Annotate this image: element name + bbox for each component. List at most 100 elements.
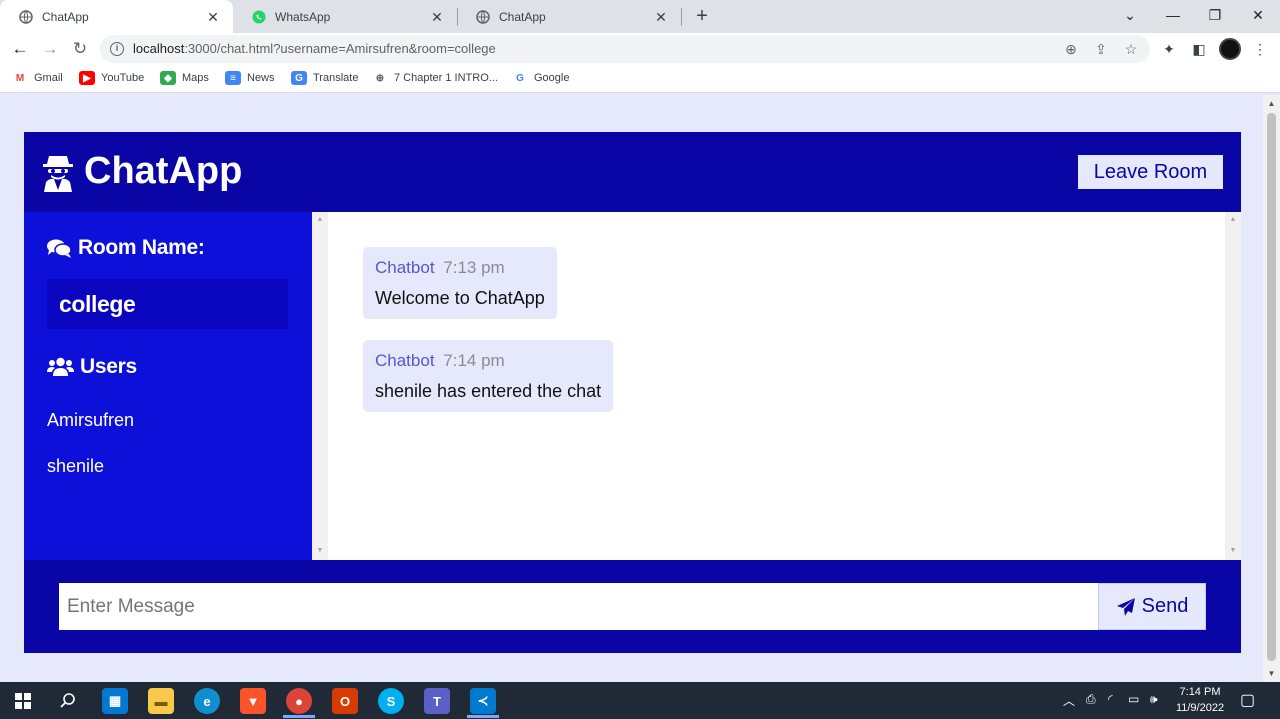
tray-chevron-icon[interactable]: ︿ — [1063, 692, 1075, 709]
edge-icon[interactable]: e — [194, 688, 220, 714]
page-scrollbar[interactable]: ▲ ▼ — [1263, 95, 1280, 682]
scroll-up-icon[interactable]: ▲ — [312, 216, 328, 223]
maps-icon: ◆ — [160, 71, 176, 85]
users-icon — [47, 357, 74, 376]
news-icon: ≡ — [225, 71, 241, 85]
bookmark-google[interactable]: G Google — [512, 71, 569, 85]
user-secret-icon — [43, 155, 73, 192]
bookmark-star-icon[interactable]: ☆ — [1122, 40, 1140, 58]
profile-avatar[interactable] — [1219, 38, 1241, 60]
bookmark-label: 7 Chapter 1 INTRO... — [394, 72, 498, 84]
message-text: Welcome to ChatApp — [375, 288, 545, 308]
bookmark-gmail[interactable]: M Gmail — [12, 71, 63, 85]
message-time: 7:13 pm — [443, 258, 505, 277]
side-panel-icon[interactable]: ◧ — [1187, 37, 1211, 61]
tab-search-icon[interactable]: ⌄ — [1110, 0, 1150, 30]
bookmark-label: YouTube — [101, 72, 145, 84]
messages-scrollbar-left[interactable]: ▲ ▼ — [312, 212, 328, 560]
whatsapp-icon — [251, 9, 267, 25]
search-icon[interactable] — [55, 688, 81, 714]
extensions-icon[interactable]: ✦ — [1157, 37, 1181, 61]
globe-icon — [18, 9, 34, 25]
leave-room-button[interactable]: Leave Room — [1078, 155, 1223, 189]
message-input[interactable] — [59, 583, 1098, 630]
teams-icon[interactable]: T — [424, 688, 450, 714]
bookmark-label: Google — [534, 72, 570, 84]
bookmark-youtube[interactable]: ▶ YouTube — [79, 71, 144, 85]
youtube-icon: ▶ — [79, 71, 95, 85]
close-tab-icon[interactable]: ✕ — [205, 9, 221, 25]
chat-sidebar: Room Name: college Users Amirsufren shen… — [24, 212, 312, 560]
close-window-icon[interactable]: ✕ — [1238, 0, 1278, 30]
comments-icon — [47, 239, 72, 258]
chrome-icon[interactable]: ● — [286, 688, 312, 714]
new-tab-icon[interactable]: + — [690, 4, 714, 28]
menu-icon[interactable]: ⋮ — [1248, 37, 1272, 61]
clock-time: 7:14 PM — [1179, 686, 1221, 698]
clock-date: 11/9/2022 — [1175, 702, 1225, 714]
tab-chatapp-1[interactable]: ChatApp ✕ — [0, 0, 233, 33]
volume-icon[interactable]: 🕪 — [1150, 692, 1158, 707]
close-tab-icon[interactable]: ✕ — [653, 9, 669, 25]
google-icon: G — [516, 72, 524, 84]
share-icon[interactable]: ⇪ — [1092, 40, 1110, 58]
bookmark-chapter[interactable]: ⊕ 7 Chapter 1 INTRO... — [372, 71, 498, 85]
battery-icon[interactable]: ▭ — [1128, 692, 1139, 706]
file-explorer-icon[interactable]: ▬ — [148, 688, 174, 714]
tab-whatsapp[interactable]: WhatsApp ✕ — [233, 0, 457, 33]
message-sender: Chatbot — [375, 351, 435, 370]
user-item: Amirsufren — [47, 410, 135, 430]
active-app-indicator — [283, 715, 315, 718]
url-text[interactable]: localhost:3000/chat.html?username=Amirsu… — [133, 41, 496, 56]
windows-start-icon[interactable] — [10, 688, 36, 714]
send-label: Send — [1141, 595, 1189, 617]
system-clock[interactable]: 7:14 PM 11/9/2022 — [1170, 684, 1230, 716]
zoom-icon[interactable]: ⊕ — [1062, 40, 1080, 58]
bookmark-label: News — [247, 72, 275, 84]
address-bar[interactable]: i localhost:3000/chat.html?username=Amir… — [100, 35, 1150, 63]
scroll-up-icon[interactable]: ▲ — [1225, 216, 1241, 223]
skype-icon[interactable]: S — [378, 688, 404, 714]
message-text: shenile has entered the chat — [375, 381, 602, 401]
message-time: 7:14 pm — [443, 351, 505, 370]
send-button[interactable]: Send — [1098, 583, 1206, 630]
bookmark-translate[interactable]: G Translate — [291, 71, 358, 85]
scroll-down-icon[interactable]: ▼ — [312, 547, 328, 554]
meet-now-icon[interactable]: ⎙ — [1086, 692, 1096, 707]
message-sender: Chatbot — [375, 258, 435, 277]
chat-header: ChatApp Leave Room — [24, 132, 1241, 212]
tab-separator — [681, 8, 682, 26]
gmail-icon: M — [15, 72, 25, 84]
users-heading-text: Users — [80, 355, 137, 378]
bookmark-maps[interactable]: ◆ Maps — [160, 71, 209, 85]
paper-plane-icon — [1116, 597, 1135, 616]
office-icon[interactable]: O — [332, 688, 358, 714]
url-host: localhost — [133, 41, 185, 56]
url-path: :3000/chat.html?username=Amirsufren&room… — [184, 41, 496, 56]
close-tab-icon[interactable]: ✕ — [429, 9, 445, 25]
forward-icon[interactable]: → — [38, 37, 62, 61]
notifications-icon[interactable]: ▢ — [1240, 690, 1255, 710]
app-logo: ChatApp — [40, 150, 242, 193]
messages-scrollbar-right[interactable]: ▲ ▼ — [1225, 212, 1241, 560]
reload-icon[interactable]: ↻ — [68, 37, 92, 61]
info-icon[interactable]: i — [110, 42, 124, 56]
message-meta: Chatbot 7:14 pm — [375, 351, 601, 371]
restore-icon[interactable]: ❐ — [1195, 0, 1235, 30]
bookmark-label: Maps — [182, 72, 209, 84]
scroll-down-icon[interactable]: ▼ — [1263, 669, 1280, 678]
store-icon[interactable]: ▦ — [102, 688, 128, 714]
wifi-icon[interactable]: ◜ — [1108, 692, 1113, 706]
vscode-icon[interactable]: ≺ — [470, 688, 496, 714]
minimize-icon[interactable]: — — [1153, 0, 1193, 30]
scrollbar-thumb[interactable] — [1267, 113, 1276, 661]
scroll-down-icon[interactable]: ▼ — [1225, 547, 1241, 554]
scroll-up-icon[interactable]: ▲ — [1263, 99, 1280, 108]
bookmark-news[interactable]: ≡ News — [225, 71, 275, 85]
app-title: ChatApp — [84, 150, 243, 192]
brave-icon[interactable]: ▼ — [240, 688, 266, 714]
chat-form: Send — [24, 560, 1241, 653]
chat-messages[interactable]: ▲ ▼ Chatbot 7:13 pm Welcome to ChatApp C… — [312, 212, 1241, 560]
tab-chatapp-2[interactable]: ChatApp ✕ — [457, 0, 681, 33]
back-icon[interactable]: ← — [8, 37, 32, 61]
